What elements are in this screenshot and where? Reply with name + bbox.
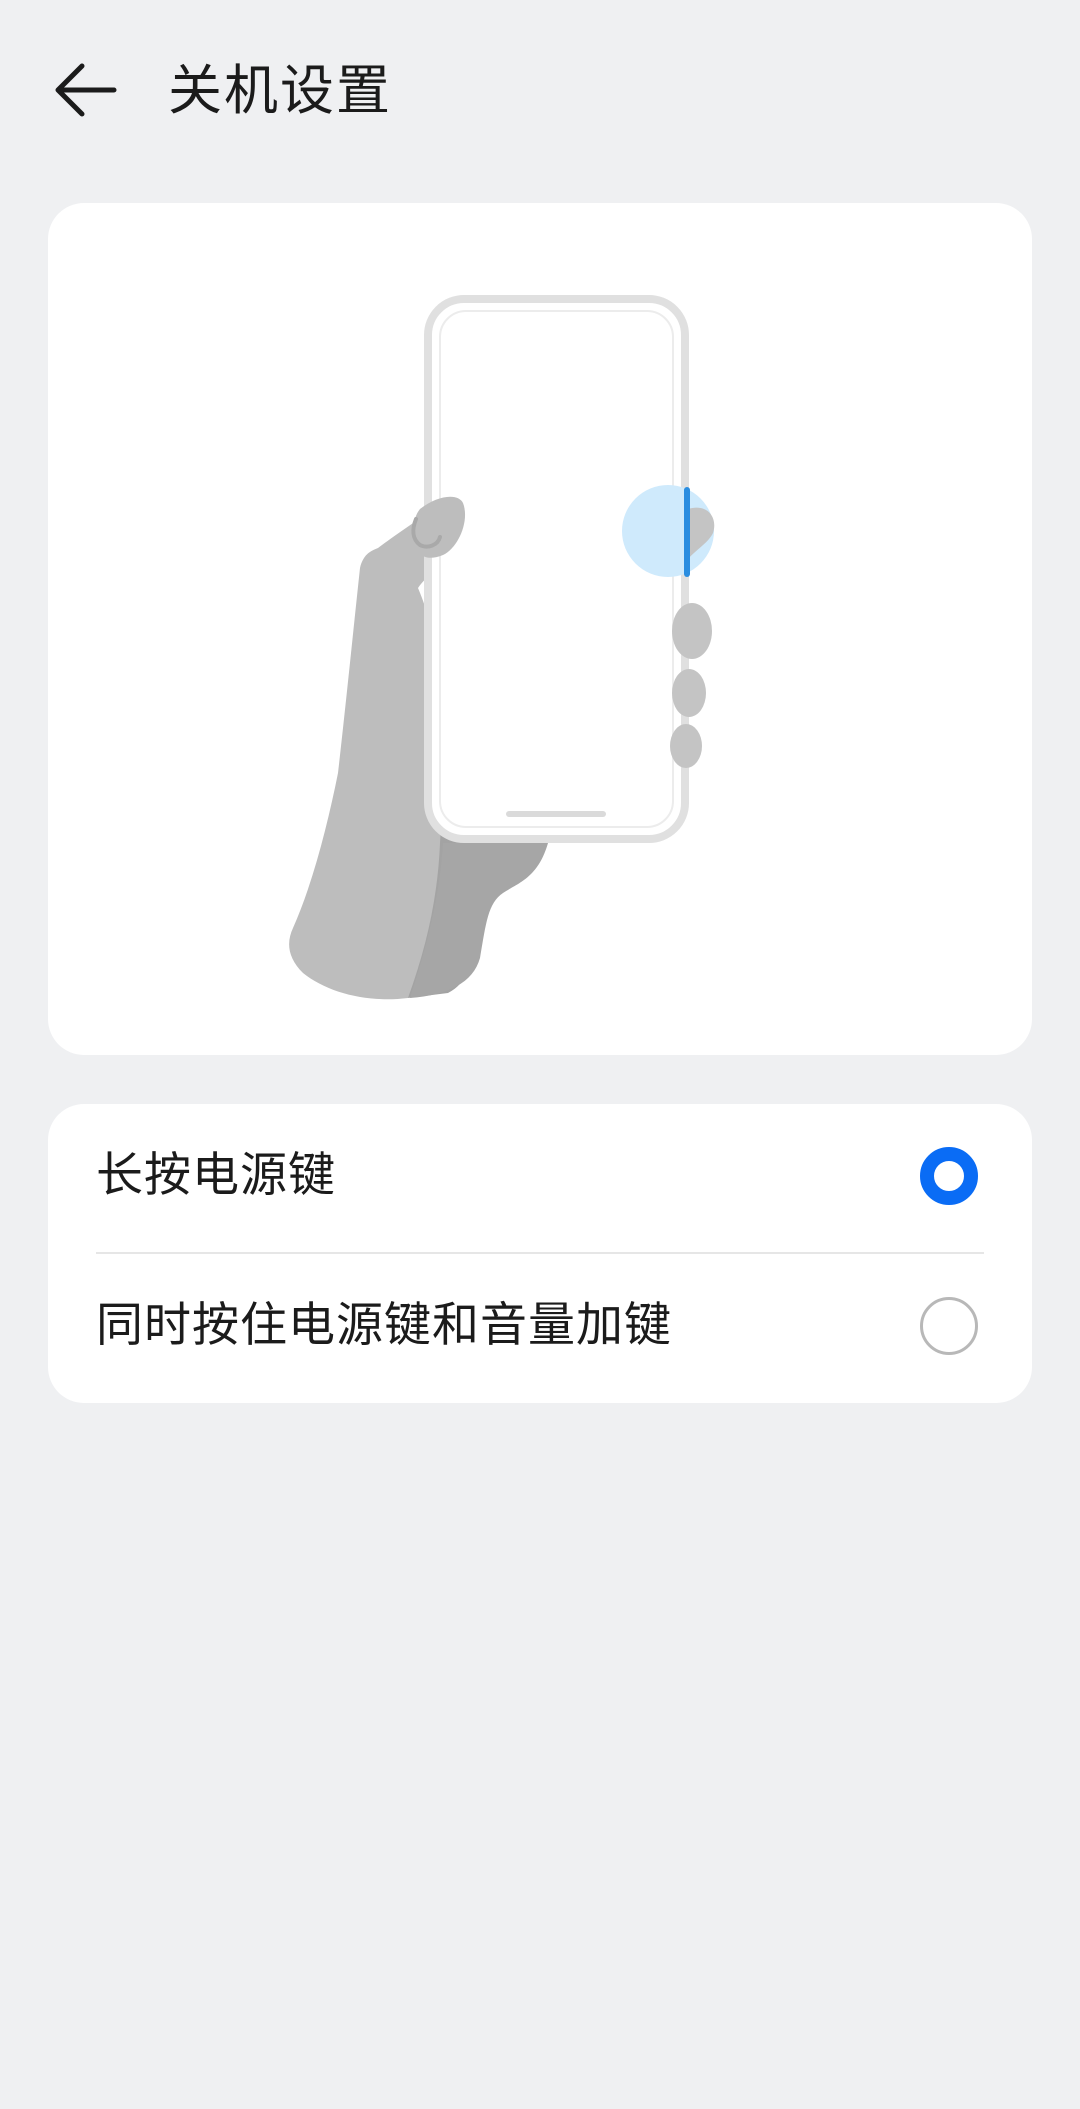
option-label: 长按电源键	[96, 1148, 336, 1203]
app-header: 关机设置	[0, 0, 1080, 180]
arrow-left-icon	[55, 63, 117, 117]
radio-selected-icon[interactable]	[920, 1147, 978, 1205]
option-power-plus-volume-up[interactable]: 同时按住电源键和音量加键	[48, 1254, 1032, 1398]
option-label: 同时按住电源键和音量加键	[96, 1298, 672, 1353]
shutdown-options-list: 长按电源键 同时按住电源键和音量加键	[48, 1104, 1032, 1403]
page-title: 关机设置	[168, 59, 392, 122]
radio-unselected-icon[interactable]	[920, 1297, 978, 1355]
option-long-press-power[interactable]: 长按电源键	[48, 1104, 1032, 1248]
back-button[interactable]	[40, 50, 130, 130]
hand-holding-phone-illustration	[289, 295, 715, 1000]
illustration-card	[48, 203, 1032, 1055]
